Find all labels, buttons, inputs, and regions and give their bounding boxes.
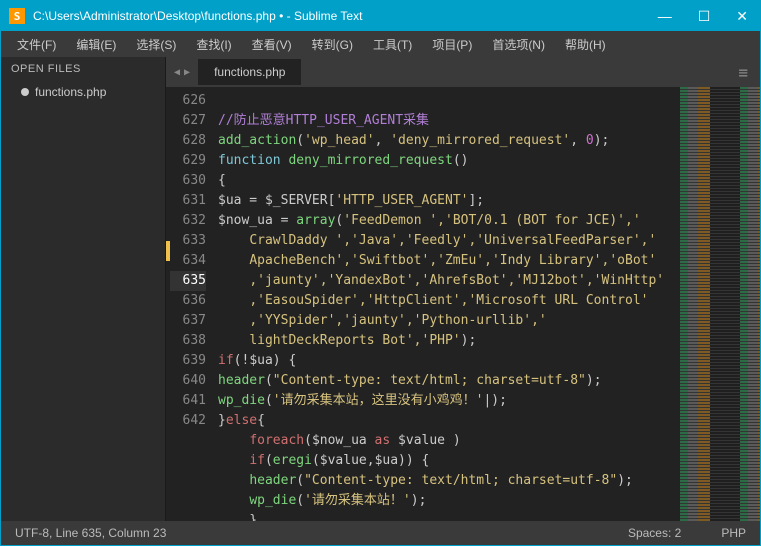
menu-goto[interactable]: 转到(G) [302, 36, 363, 53]
menubar: 文件(F) 编辑(E) 选择(S) 查找(I) 查看(V) 转到(G) 工具(T… [1, 31, 760, 57]
tab-next-icon[interactable]: ▶ [184, 67, 190, 78]
status-position[interactable]: UTF-8, Line 635, Column 23 [15, 526, 166, 540]
main-area: OPEN FILES functions.php ◀ ▶ functions.p… [1, 57, 760, 521]
code-container: 6266276286296306316326336346356366376386… [166, 87, 760, 521]
menu-select[interactable]: 选择(S) [126, 36, 186, 53]
modified-dot-icon [21, 88, 29, 96]
menu-tools[interactable]: 工具(T) [363, 36, 422, 53]
close-button[interactable]: ✕ [732, 8, 752, 25]
minimap[interactable] [680, 87, 760, 521]
tab-prev-icon[interactable]: ◀ [174, 67, 180, 78]
code-editor[interactable]: //防止恶意HTTP_USER_AGENT采集add_action('wp_he… [214, 87, 680, 521]
statusbar: UTF-8, Line 635, Column 23 Spaces: 2 PHP [1, 521, 760, 545]
window-title: C:\Users\Administrator\Desktop\functions… [33, 9, 654, 23]
editor-area: ◀ ▶ functions.php ≡ 62662762862963063163… [166, 57, 760, 521]
menu-help[interactable]: 帮助(H) [555, 36, 616, 53]
tab-menu-icon[interactable]: ≡ [726, 63, 760, 82]
app-icon: S [9, 8, 25, 24]
status-spaces[interactable]: Spaces: 2 [628, 526, 681, 540]
menu-view[interactable]: 查看(V) [242, 36, 302, 53]
menu-project[interactable]: 项目(P) [422, 36, 482, 53]
menu-edit[interactable]: 编辑(E) [66, 36, 126, 53]
sidebar-header: OPEN FILES [1, 57, 165, 81]
status-lang[interactable]: PHP [721, 526, 746, 540]
menu-file[interactable]: 文件(F) [7, 36, 66, 53]
sidebar-file-item[interactable]: functions.php [1, 81, 165, 103]
tab-bar: ◀ ▶ functions.php ≡ [166, 57, 760, 87]
sidebar-filename: functions.php [35, 85, 106, 99]
sidebar: OPEN FILES functions.php [1, 57, 166, 521]
window-controls: — ☐ ✕ [654, 8, 752, 25]
menu-prefs[interactable]: 首选项(N) [482, 36, 555, 53]
menu-find[interactable]: 查找(I) [186, 36, 241, 53]
active-line-marker [166, 241, 170, 261]
minimize-button[interactable]: — [654, 8, 676, 25]
titlebar: S C:\Users\Administrator\Desktop\functio… [1, 1, 760, 31]
maximize-button[interactable]: ☐ [694, 8, 715, 25]
tab-active[interactable]: functions.php [198, 59, 301, 85]
line-gutter[interactable]: 6266276286296306316326336346356366376386… [166, 87, 214, 521]
